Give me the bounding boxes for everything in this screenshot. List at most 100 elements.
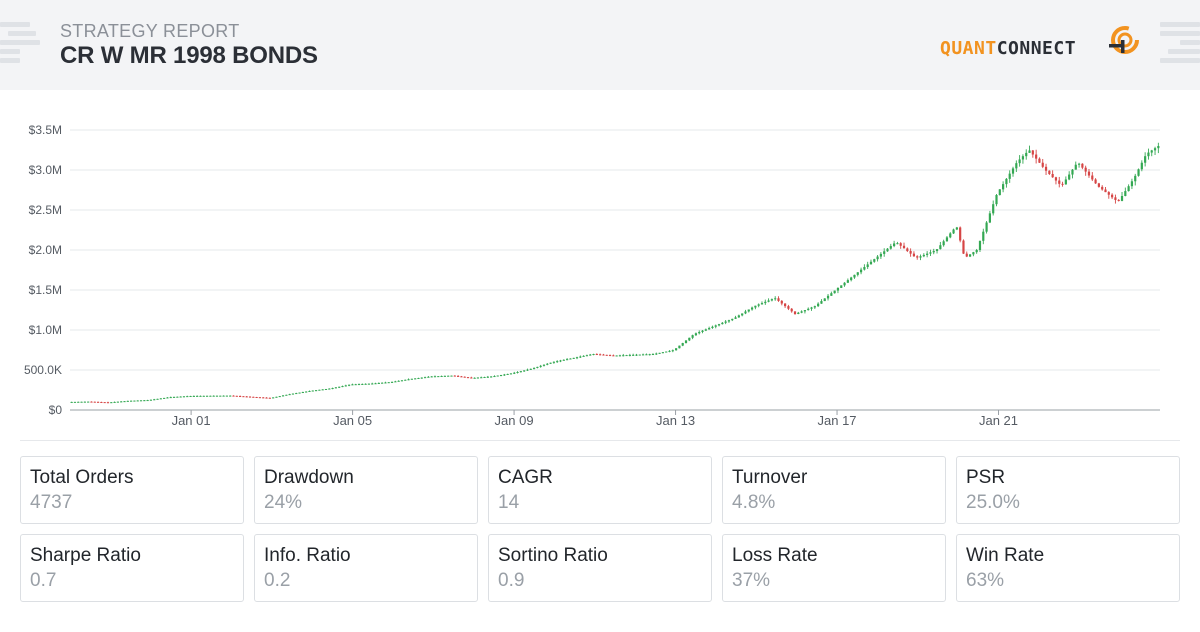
candle-body [120,401,123,403]
candle-body [688,337,691,341]
candle-body [73,401,77,403]
candle-body [314,390,318,392]
candle-body [784,303,787,307]
candle-body [592,354,595,356]
candle-body [1117,199,1120,201]
candle-body [116,401,119,403]
stat-label: Total Orders [30,467,134,488]
x-tick-label: Jan 17 [818,413,857,428]
candle-body [516,371,519,373]
candle-body [400,380,404,382]
candle-body [916,256,919,258]
candle-body [440,376,443,378]
candle-body [645,354,648,356]
candle-body [470,377,473,379]
candle-body [96,401,100,403]
stat-value: 0.2 [264,570,291,591]
candle-body [559,360,562,362]
candle-body [793,311,797,314]
candle-body [926,253,929,255]
candle-body [1015,163,1018,169]
candle-body [992,204,995,214]
candle-body [100,401,103,403]
candle-body [813,306,816,308]
candle-body [268,397,271,399]
candle-body [589,354,592,356]
candle-body [476,377,480,379]
candle-body [628,354,631,356]
candle-body [126,400,129,402]
candle-body [529,368,532,370]
candle-body [922,254,925,257]
candle-body [681,343,684,346]
candle-body [968,254,972,257]
candle-body [1005,178,1008,185]
candle-body [754,305,757,308]
candle-body [734,317,737,319]
candle-body [1081,163,1084,168]
stat-value: 24% [264,492,303,513]
candle-body [790,308,793,312]
candle-body [572,357,575,359]
stat-card-total-orders: Total Orders 4737 [20,456,244,524]
candle-body [199,395,202,397]
stat-card-drawdown: Drawdown 24% [254,456,478,524]
candle-body [417,377,420,379]
candle-body [496,375,499,377]
equity-chart[interactable]: $0 500.0K $1.0M $1.5M $2.0M $2.5M $3.0M $3.5M Ja… [0,110,1200,430]
candle-body [176,396,179,398]
candle-body [407,379,410,381]
candle-body [556,361,559,363]
candle-body [774,298,777,300]
stat-value: 14 [498,492,520,513]
candle-body [381,382,384,384]
candle-body [668,350,671,352]
candle-body [159,398,162,400]
y-tick-label: $0 [49,403,63,417]
candle-body [123,401,126,403]
candle-body [473,377,476,379]
candle-body [331,388,334,390]
candle-body [437,376,440,378]
candle-body [1031,150,1034,155]
candle-body [853,274,856,278]
candle-body [731,318,734,321]
candle-body [136,400,139,402]
candle-body [978,240,982,250]
candle-body [1107,192,1110,195]
candle-body [1147,152,1150,157]
report-header: STRATEGY REPORT CR W MR 1998 BONDS QUANT… [0,0,1200,90]
candle-body [982,231,985,241]
candle-body [486,376,489,378]
quantconnect-logo[interactable]: QUANT CONNECT [940,26,1139,60]
candle-body [1097,183,1100,187]
candle-body [585,355,589,357]
candle-body [1084,167,1087,172]
candle-body [255,396,258,398]
candle-body [757,304,760,306]
candle-body [453,375,456,377]
candle-body [219,395,222,397]
candle-body [817,303,820,307]
candle-body [361,383,364,385]
candle-body [595,354,598,356]
candle-body [714,325,717,327]
candle-body [833,290,836,294]
candle-body [800,311,803,313]
candle-body [618,355,622,357]
candle-body [371,383,374,385]
candle-body [344,385,347,387]
candle-body [780,300,783,304]
candle-body [539,365,542,367]
stat-card-cagr: CAGR 14 [488,456,712,524]
candle-body [490,376,493,378]
candle-body [202,395,205,397]
candle-body [1101,186,1104,190]
candle-body [807,308,810,311]
candle-body [1104,189,1107,193]
candle-body [311,390,314,392]
candle-body [929,252,932,254]
candle-body [939,245,942,250]
candle-body [77,401,80,403]
x-tick-label: Jan 05 [333,413,372,428]
